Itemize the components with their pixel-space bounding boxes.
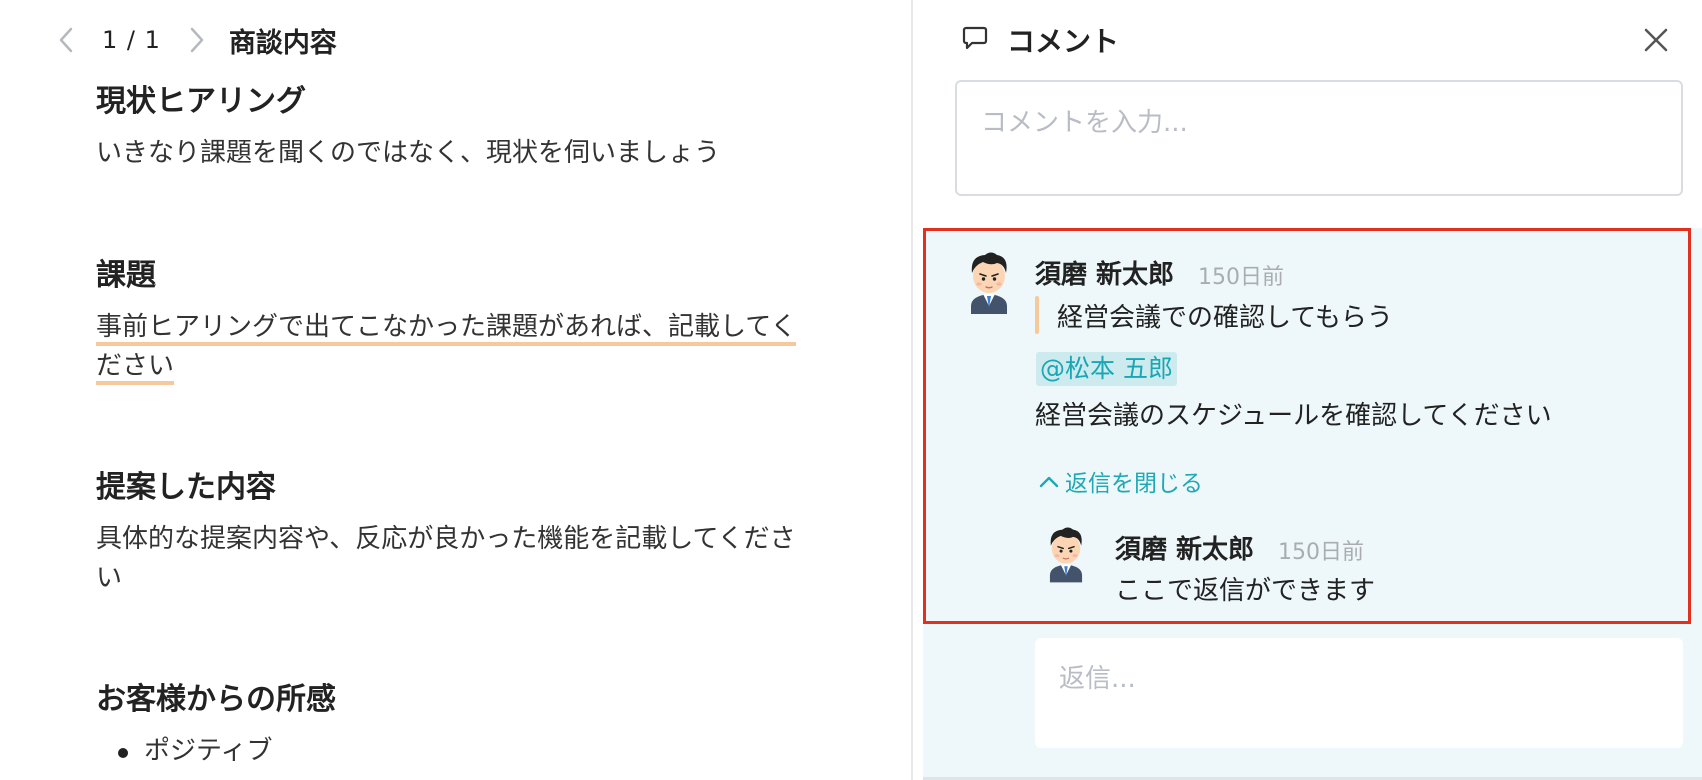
reply-input[interactable] xyxy=(1035,638,1683,748)
section-text[interactable]: 事前ヒアリングで出てこなかった課題があれば、記載してください xyxy=(96,308,806,386)
chevron-right-icon[interactable] xyxy=(183,18,211,62)
bullet-list: ポジティブ xyxy=(96,732,806,771)
commented-text-highlight[interactable]: 事前ヒアリングで出てこなかった課題があれば、記載してください xyxy=(96,312,797,385)
section-heading: お客様からの所感 xyxy=(96,682,336,717)
section-proposal: 提案した内容 具体的な提案内容や、反応が良かった機能を記載してください xyxy=(96,468,806,598)
section-heading: 提案した内容 xyxy=(96,470,276,505)
highlight-annotation xyxy=(923,228,1691,624)
list-item[interactable]: ポジティブ xyxy=(96,732,806,771)
panel-title: コメント xyxy=(1007,25,1120,58)
page-count: 1 / 1 xyxy=(102,26,161,54)
section-issues: 課題 事前ヒアリングで出てこなかった課題があれば、記載してください xyxy=(96,256,806,386)
section-customer-impression: お客様からの所感 ポジティブ xyxy=(96,680,806,771)
section-text[interactable]: 具体的な提案内容や、反応が良かった機能を記載してください xyxy=(96,520,806,598)
comment-input[interactable] xyxy=(955,80,1683,196)
chevron-left-icon[interactable] xyxy=(52,18,80,62)
section-heading: 課題 xyxy=(96,258,156,293)
panel-header: コメント xyxy=(961,18,1678,62)
document-pane: 1 / 1 商談内容 現状ヒアリング いきなり課題を聞くのではなく、現状を伺いま… xyxy=(0,0,911,780)
section-text[interactable]: いきなり課題を聞くのではなく、現状を伺いましょう xyxy=(96,134,806,173)
close-icon[interactable] xyxy=(1634,18,1678,62)
comment-panel: コメント 須磨 新太郎 150日前 経営会議での確認してもらう @松本 五郎 経… xyxy=(913,0,1702,780)
section-current-hearing: 現状ヒアリング いきなり課題を聞くのではなく、現状を伺いましょう xyxy=(96,82,806,173)
document-title: 商談内容 xyxy=(228,27,337,59)
section-heading: 現状ヒアリング xyxy=(96,84,306,119)
comment-icon xyxy=(961,24,989,56)
pager: 1 / 1 商談内容 xyxy=(52,18,337,62)
